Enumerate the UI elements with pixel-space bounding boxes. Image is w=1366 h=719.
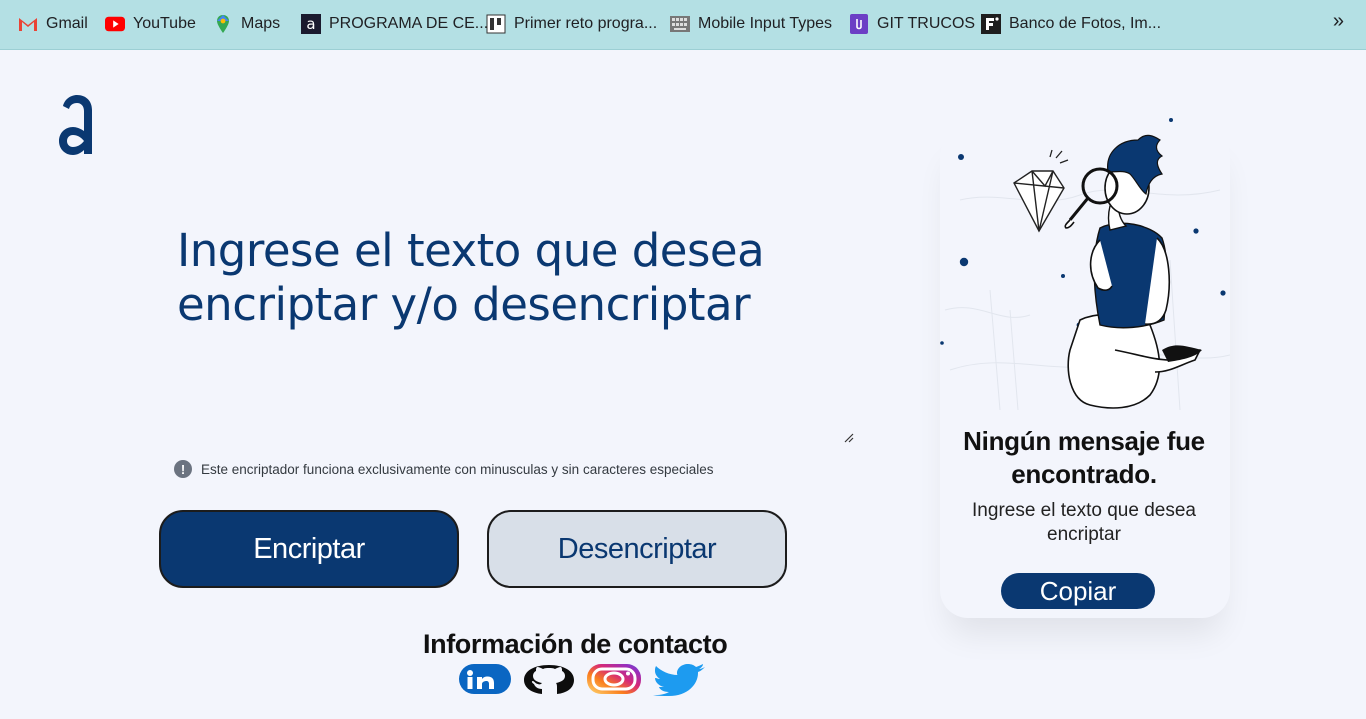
copy-button[interactable]: Copiar [1001, 573, 1155, 609]
bookmark-maps[interactable]: Maps [213, 12, 280, 36]
bookmark-label: Banco de Fotos, Im... [1009, 15, 1162, 32]
text-input-area[interactable]: Ingrese el texto que desea encriptar y/o… [177, 224, 777, 332]
alura-icon: a [301, 14, 321, 34]
bookmark-banco-fotos[interactable]: Banco de Fotos, Im... [981, 12, 1161, 36]
info-note: ! Este encriptador funciona exclusivamen… [174, 460, 714, 478]
bookmark-label: Gmail [46, 15, 88, 32]
info-note-text: Este encriptador funciona exclusivamente… [201, 461, 714, 477]
clip-icon [849, 14, 869, 34]
more-bookmarks-button[interactable]: » [1333, 10, 1344, 33]
bookmark-gmail[interactable]: Gmail [18, 12, 88, 36]
bookmark-youtube[interactable]: YouTube [105, 12, 196, 36]
bookmark-label: Mobile Input Types [698, 15, 833, 32]
contact-title: Información de contacto [423, 629, 728, 659]
bookmark-label: Maps [241, 15, 281, 32]
bookmark-mobile-input[interactable]: Mobile Input Types [670, 12, 832, 36]
bookmark-label: Primer reto progra... [514, 15, 658, 32]
trello-icon [486, 14, 506, 34]
youtube-icon [105, 14, 125, 34]
bookmark-git-trucos[interactable]: GIT TRUCOS [849, 12, 975, 36]
bookmark-label: GIT TRUCOS [877, 15, 976, 32]
freepik-icon [981, 14, 1001, 34]
bookmark-label: PROGRAMA DE CE... [329, 15, 489, 32]
svg-text:a: a [306, 15, 315, 33]
panel-subtitle: Ingrese el texto que desea encriptar [972, 500, 1196, 545]
encrypt-button[interactable]: Encriptar [159, 510, 459, 588]
instagram-icon[interactable] [586, 662, 642, 696]
bookmark-primer-reto[interactable]: Primer reto progra... [486, 12, 657, 36]
exclamation-icon: ! [174, 460, 192, 478]
maps-icon [213, 14, 233, 34]
twitter-icon[interactable] [652, 662, 708, 696]
logo-icon [59, 95, 92, 155]
keyboard-icon [670, 14, 690, 34]
decrypt-button[interactable]: Desencriptar [487, 510, 787, 588]
github-icon[interactable] [521, 662, 577, 696]
bookmark-label: YouTube [133, 15, 196, 32]
gmail-icon [18, 14, 38, 34]
panel-title: Ningún mensaje fue encontrado. [963, 426, 1205, 489]
bookmark-programa[interactable]: a PROGRAMA DE CE... [301, 12, 488, 36]
linkedin-icon[interactable] [458, 662, 512, 696]
resize-handle-icon[interactable] [843, 432, 855, 444]
person-magnifier-illustration [940, 118, 1230, 411]
bookmarks-bar: Gmail YouTube Maps a PROGRAMA DE CE... P… [0, 0, 1366, 50]
